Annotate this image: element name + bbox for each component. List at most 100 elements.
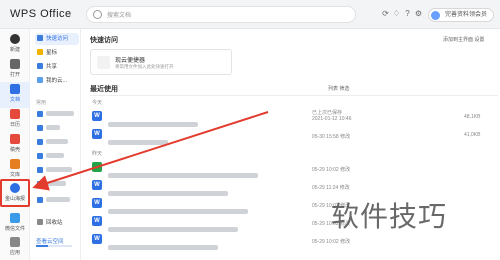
help-icon[interactable]: ? — [402, 9, 413, 18]
sidebar-item-label: 星标 — [46, 50, 58, 56]
watermark-text: 软件技巧 — [331, 201, 448, 232]
word-file-icon: W — [92, 111, 102, 121]
file-meta: 05-29 10:02 修改 — [312, 161, 350, 173]
recent-title: 最近使用 — [90, 86, 118, 93]
cloud-usage-bar — [36, 245, 72, 247]
rail-item-open[interactable]: 打开 — [0, 57, 30, 83]
avatar — [431, 11, 440, 20]
cloud-usage-fill — [36, 245, 48, 247]
folder-icon — [37, 197, 43, 203]
library-icon — [10, 159, 20, 169]
file-name — [108, 132, 168, 150]
file-meta: 已上次已保存 2021-01-12 10:46 — [312, 110, 351, 122]
apps-icon — [10, 237, 20, 247]
rail-label: 打开 — [9, 72, 20, 78]
rail-item-poster[interactable]: 金山海报 — [0, 179, 30, 207]
quick-access-card-title: 现云便捷器 — [115, 58, 146, 64]
group-label-today: 今天 — [92, 100, 103, 106]
divider — [90, 95, 498, 96]
sidebar-item-label: 快速访问 — [46, 36, 69, 42]
sidebar-item-trash[interactable]: 回收站 — [35, 217, 79, 229]
group-label-yesterday: 昨天 — [92, 151, 103, 157]
sidebar-item-my-cloud[interactable]: 我的云... — [35, 75, 79, 87]
folder-icon — [10, 59, 20, 69]
file-meta-line: 05-29 10:02 修改 — [312, 239, 351, 245]
search-input[interactable]: 搜索文档 — [86, 6, 356, 23]
word-file-icon: W — [92, 198, 102, 208]
sidebar-folder[interactable] — [35, 179, 79, 191]
search-icon — [93, 10, 102, 19]
sidebar-folder[interactable] — [35, 109, 79, 121]
sidebar-item-quick-access[interactable]: 快速访问 — [35, 33, 79, 45]
table-row[interactable]: W 05-30 15:58 修改 41,0KB — [90, 127, 498, 145]
quick-access-card[interactable]: 现云便捷器 将常用文件加入此处快速打开 — [90, 49, 232, 75]
rail-label: 新建 — [9, 47, 20, 53]
file-meta-line: 05-29 11:24 修改 — [312, 185, 350, 191]
file-name — [108, 237, 218, 255]
redacted-text — [46, 197, 70, 202]
folder-icon — [37, 153, 43, 159]
redacted-text — [46, 139, 68, 144]
sidebar-item-label: 我的云... — [46, 78, 68, 84]
sidebar-folder[interactable] — [35, 137, 79, 149]
file-meta-line: 2021-01-12 10:46 — [312, 116, 352, 122]
table-row[interactable]: W 05-29 11:24 修改 — [90, 178, 498, 196]
redacted-text — [46, 153, 64, 158]
word-file-icon: W — [92, 234, 102, 244]
sidebar-folder[interactable] — [35, 195, 79, 207]
document-icon — [10, 84, 20, 94]
cloud-icon — [37, 77, 43, 83]
rail-item-wechat-files[interactable]: 微信文件 — [0, 211, 30, 237]
star-icon — [37, 49, 43, 55]
sidebar-item-star[interactable]: 星标 — [35, 47, 79, 59]
rail-item-drafts[interactable]: 稿壳 — [0, 132, 30, 158]
rail-item-docs[interactable]: 文档 — [0, 82, 30, 108]
file-meta: 05-29 11:24 修改 — [312, 179, 350, 191]
redacted-text — [46, 181, 66, 186]
rail-item-apps[interactable]: 应用 — [0, 235, 30, 260]
table-row[interactable]: 05-29 10:02 修改 — [90, 160, 498, 178]
sidebar-folder[interactable] — [35, 151, 79, 163]
word-file-icon: W — [92, 129, 102, 139]
search-placeholder: 搜索文档 — [107, 13, 132, 19]
sidebar-folder[interactable] — [35, 165, 79, 177]
shirt-icon[interactable]: ♢ — [391, 9, 402, 18]
wps-office-window: WPS Office 搜索文档 ⟳ ♢? ⚙ 完善资料领会员 新建 打开 文档 日历 — [0, 0, 500, 260]
secondary-sidebar: 快速访问 星标 共享 我的云... 常用 回收站 查看云空间 — [31, 29, 81, 260]
rail-label: 微信文件 — [4, 226, 25, 232]
word-file-icon: W — [92, 180, 102, 190]
rail-item-new[interactable]: 新建 — [0, 32, 30, 58]
clock-icon — [37, 35, 43, 41]
file-meta: 05-30 15:58 修改 — [312, 128, 350, 140]
folder-icon — [37, 111, 43, 117]
vip-button[interactable]: 完善资料领会员 — [428, 8, 495, 22]
rail-item-calendar[interactable]: 日历 — [0, 107, 30, 133]
recent-toolbar[interactable]: 列表 筛选 — [328, 85, 349, 92]
settings-icon[interactable]: ⚙ — [413, 9, 424, 18]
sidebar-item-label: 回收站 — [46, 220, 63, 226]
file-meta-line: 05-29 10:02 修改 — [312, 167, 351, 173]
refresh-icon[interactable]: ⟳ — [380, 9, 391, 18]
excel-file-icon — [92, 162, 102, 172]
title-toolbar: ⟳ ♢? ⚙ — [380, 9, 424, 18]
plus-icon — [10, 34, 20, 44]
sidebar-item-shared[interactable]: 共享 — [35, 61, 79, 73]
redacted-text — [46, 125, 60, 130]
rail-label: 文库 — [9, 172, 20, 178]
folder-icon — [37, 125, 43, 131]
title-bar: WPS Office 搜索文档 ⟳ ♢? ⚙ 完善资料领会员 — [0, 0, 500, 29]
quick-access-card-subtitle: 将常用文件加入此处快速打开 — [115, 64, 174, 69]
cloud-space-link[interactable]: 查看云空间 — [36, 237, 64, 245]
app-logo: WPS Office — [10, 8, 72, 20]
folder-icon — [37, 139, 43, 145]
sidebar-folder[interactable] — [35, 123, 79, 135]
file-size: 48,1KB — [464, 114, 481, 120]
rail-label: 文档 — [9, 97, 20, 103]
poster-icon — [10, 183, 20, 193]
draft-icon — [10, 134, 20, 144]
table-row[interactable]: W 已上次已保存 2021-01-12 10:46 48,1KB — [90, 109, 498, 127]
sidebar-section-label: 常用 — [36, 100, 47, 106]
quick-access-actions[interactable]: 添加到主界面 设置 — [443, 36, 484, 43]
word-file-icon: W — [92, 216, 102, 226]
trash-icon — [37, 219, 43, 225]
